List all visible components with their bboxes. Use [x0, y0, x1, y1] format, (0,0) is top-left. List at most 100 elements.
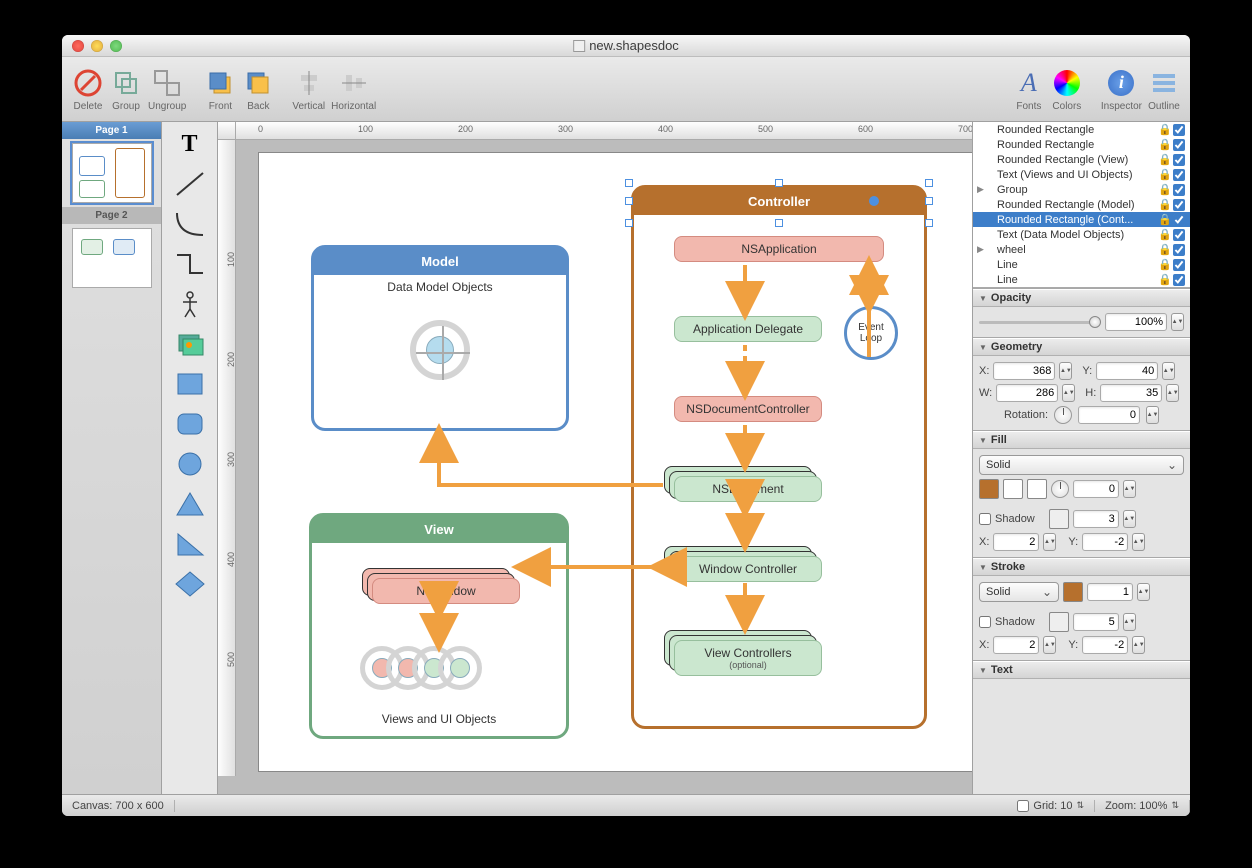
horizontal-ruler: 0100200300400500600700 — [236, 122, 972, 140]
view-group[interactable]: View NSWindow Views and UI Objects — [309, 513, 569, 739]
stroke-shadow-checkbox[interactable] — [979, 616, 991, 628]
nswindow-stack[interactable]: NSWindow — [372, 578, 520, 608]
fill-shadow-checkbox[interactable] — [979, 513, 991, 525]
canvas[interactable]: Model Data Model Objects Controller NSAp… — [258, 152, 972, 772]
rectangle-tool[interactable] — [168, 366, 212, 402]
app-window: new.shapesdoc Delete Group Ungroup Front — [62, 35, 1190, 816]
nsapplication-node[interactable]: NSApplication — [674, 236, 884, 262]
view-controllers-stack[interactable]: View Controllers(optional) — [674, 640, 822, 676]
window-controller-stack[interactable]: Window Controller — [674, 556, 822, 586]
nsdocumentcontroller-node[interactable]: NSDocumentController — [674, 396, 822, 422]
window-title: new.shapesdoc — [573, 38, 679, 53]
fill-shadow-y[interactable] — [1082, 533, 1128, 551]
zoom-control[interactable]: Zoom: 100%⇅ — [1095, 800, 1190, 812]
outline-row[interactable]: Text (Views and UI Objects)🔒 — [973, 167, 1190, 182]
outline-row[interactable]: Rounded Rectangle (Cont...🔒 — [973, 212, 1190, 227]
align-vertical-button[interactable]: Vertical — [292, 67, 325, 112]
outline-list[interactable]: Rounded Rectangle🔒Rounded Rectangle🔒Roun… — [973, 122, 1190, 288]
diamond-tool[interactable] — [168, 566, 212, 602]
opacity-stepper[interactable]: ▲▼ — [1171, 313, 1184, 331]
view-subtitle: Views and UI Objects — [312, 706, 566, 726]
line-tool[interactable] — [168, 166, 212, 202]
traffic-lights — [62, 40, 122, 52]
page-2-thumbnail[interactable] — [72, 228, 152, 288]
controller-header: Controller — [633, 187, 925, 215]
grid-toggle[interactable]: Grid: 10⇅ — [1007, 800, 1095, 812]
circle-tool[interactable] — [168, 446, 212, 482]
text-section: Text — [973, 660, 1190, 679]
outline-row[interactable]: ▶wheel🔒 — [973, 242, 1190, 257]
geom-x-input[interactable] — [993, 362, 1055, 380]
event-loop-node[interactable]: Event Loop — [844, 306, 898, 360]
fill-shadow-x[interactable] — [993, 533, 1039, 551]
stick-figure-tool[interactable] — [168, 286, 212, 322]
geom-h-input[interactable] — [1100, 384, 1162, 402]
outline-row[interactable]: Line🔒 — [973, 272, 1190, 287]
right-triangle-tool[interactable] — [168, 526, 212, 562]
pages-panel: Page 1 Page 2 — [62, 122, 162, 794]
zoom-button[interactable] — [110, 40, 122, 52]
page-1-thumbnail[interactable] — [72, 143, 152, 203]
toolbar: Delete Group Ungroup Front Back — [62, 57, 1190, 122]
group-button[interactable]: Group — [110, 67, 142, 112]
close-button[interactable] — [72, 40, 84, 52]
rotation-dial[interactable] — [1054, 406, 1072, 424]
vertical-ruler: 100200300400500 — [218, 140, 236, 776]
ui-objects-wheels — [360, 646, 482, 690]
opacity-slider[interactable] — [979, 315, 1101, 329]
opacity-input[interactable] — [1105, 313, 1167, 331]
fill-section: Fill Solid ▲▼ Shadow▲▼ X:▲▼Y:▲▼ — [973, 430, 1190, 557]
model-group[interactable]: Model Data Model Objects — [311, 245, 569, 431]
stroke-color-swatch[interactable] — [1063, 582, 1083, 602]
fill-color-swatch[interactable] — [979, 479, 999, 499]
nsdocument-stack[interactable]: NSDocument — [674, 476, 822, 506]
stroke-shadow-blur[interactable] — [1073, 613, 1119, 631]
fill-shadow-blur[interactable] — [1073, 510, 1119, 528]
step-line-tool[interactable] — [168, 246, 212, 282]
inspector-button[interactable]: i Inspector — [1101, 67, 1142, 112]
page-1-header[interactable]: Page 1 — [62, 122, 161, 139]
align-horizontal-button[interactable]: Horizontal — [331, 67, 376, 112]
outline-row[interactable]: ▶Group🔒 — [973, 182, 1190, 197]
canvas-area[interactable]: 0100200300400500600700 100200300400500 M… — [218, 122, 972, 794]
front-button[interactable]: Front — [204, 67, 236, 112]
outline-row[interactable]: Rounded Rectangle (View)🔒 — [973, 152, 1190, 167]
fill-type-dropdown[interactable]: Solid — [979, 455, 1184, 475]
outline-row[interactable]: Rounded Rectangle🔒 — [973, 122, 1190, 137]
shape-tools-panel: T — [162, 122, 218, 794]
rounded-rect-tool[interactable] — [168, 406, 212, 442]
fonts-button[interactable]: A Fonts — [1013, 67, 1045, 112]
model-subtitle: Data Model Objects — [314, 274, 566, 294]
ungroup-button[interactable]: Ungroup — [148, 67, 186, 112]
stroke-section: Stroke Solid▲▼ Shadow▲▼ X:▲▼Y:▲▼ — [973, 557, 1190, 660]
text-tool[interactable]: T — [168, 126, 212, 162]
outline-row[interactable]: Rounded Rectangle (Model)🔒 — [973, 197, 1190, 212]
geom-y-input[interactable] — [1096, 362, 1158, 380]
image-tool[interactable] — [168, 326, 212, 362]
application-delegate-node[interactable]: Application Delegate — [674, 316, 822, 342]
page-2-header[interactable]: Page 2 — [62, 207, 161, 224]
rotation-input[interactable] — [1078, 406, 1140, 424]
controller-group[interactable]: Controller NSApplication Application Del… — [631, 185, 927, 729]
delete-button[interactable]: Delete — [72, 67, 104, 112]
outline-button[interactable]: Outline — [1148, 67, 1180, 112]
stroke-width-input[interactable] — [1087, 583, 1133, 601]
inspector-panel: Rounded Rectangle🔒Rounded Rectangle🔒Roun… — [972, 122, 1190, 794]
titlebar: new.shapesdoc — [62, 35, 1190, 57]
stroke-shadow-x[interactable] — [993, 636, 1039, 654]
outline-row[interactable]: Text (Data Model Objects)🔒 — [973, 227, 1190, 242]
model-header: Model — [313, 247, 567, 275]
stroke-type-dropdown[interactable]: Solid — [979, 582, 1059, 602]
triangle-tool[interactable] — [168, 486, 212, 522]
back-button[interactable]: Back — [242, 67, 274, 112]
stroke-shadow-y[interactable] — [1082, 636, 1128, 654]
geometry-section: Geometry X:▲▼Y:▲▼ W:▲▼H:▲▼ Rotation:▲▼ — [973, 337, 1190, 430]
curve-tool[interactable] — [168, 206, 212, 242]
geom-w-input[interactable] — [996, 384, 1058, 402]
outline-row[interactable]: Rounded Rectangle🔒 — [973, 137, 1190, 152]
fill-angle-input[interactable] — [1073, 480, 1119, 498]
minimize-button[interactable] — [91, 40, 103, 52]
wheel-icon — [410, 320, 470, 380]
outline-row[interactable]: Line🔒 — [973, 257, 1190, 272]
colors-button[interactable]: Colors — [1051, 67, 1083, 112]
